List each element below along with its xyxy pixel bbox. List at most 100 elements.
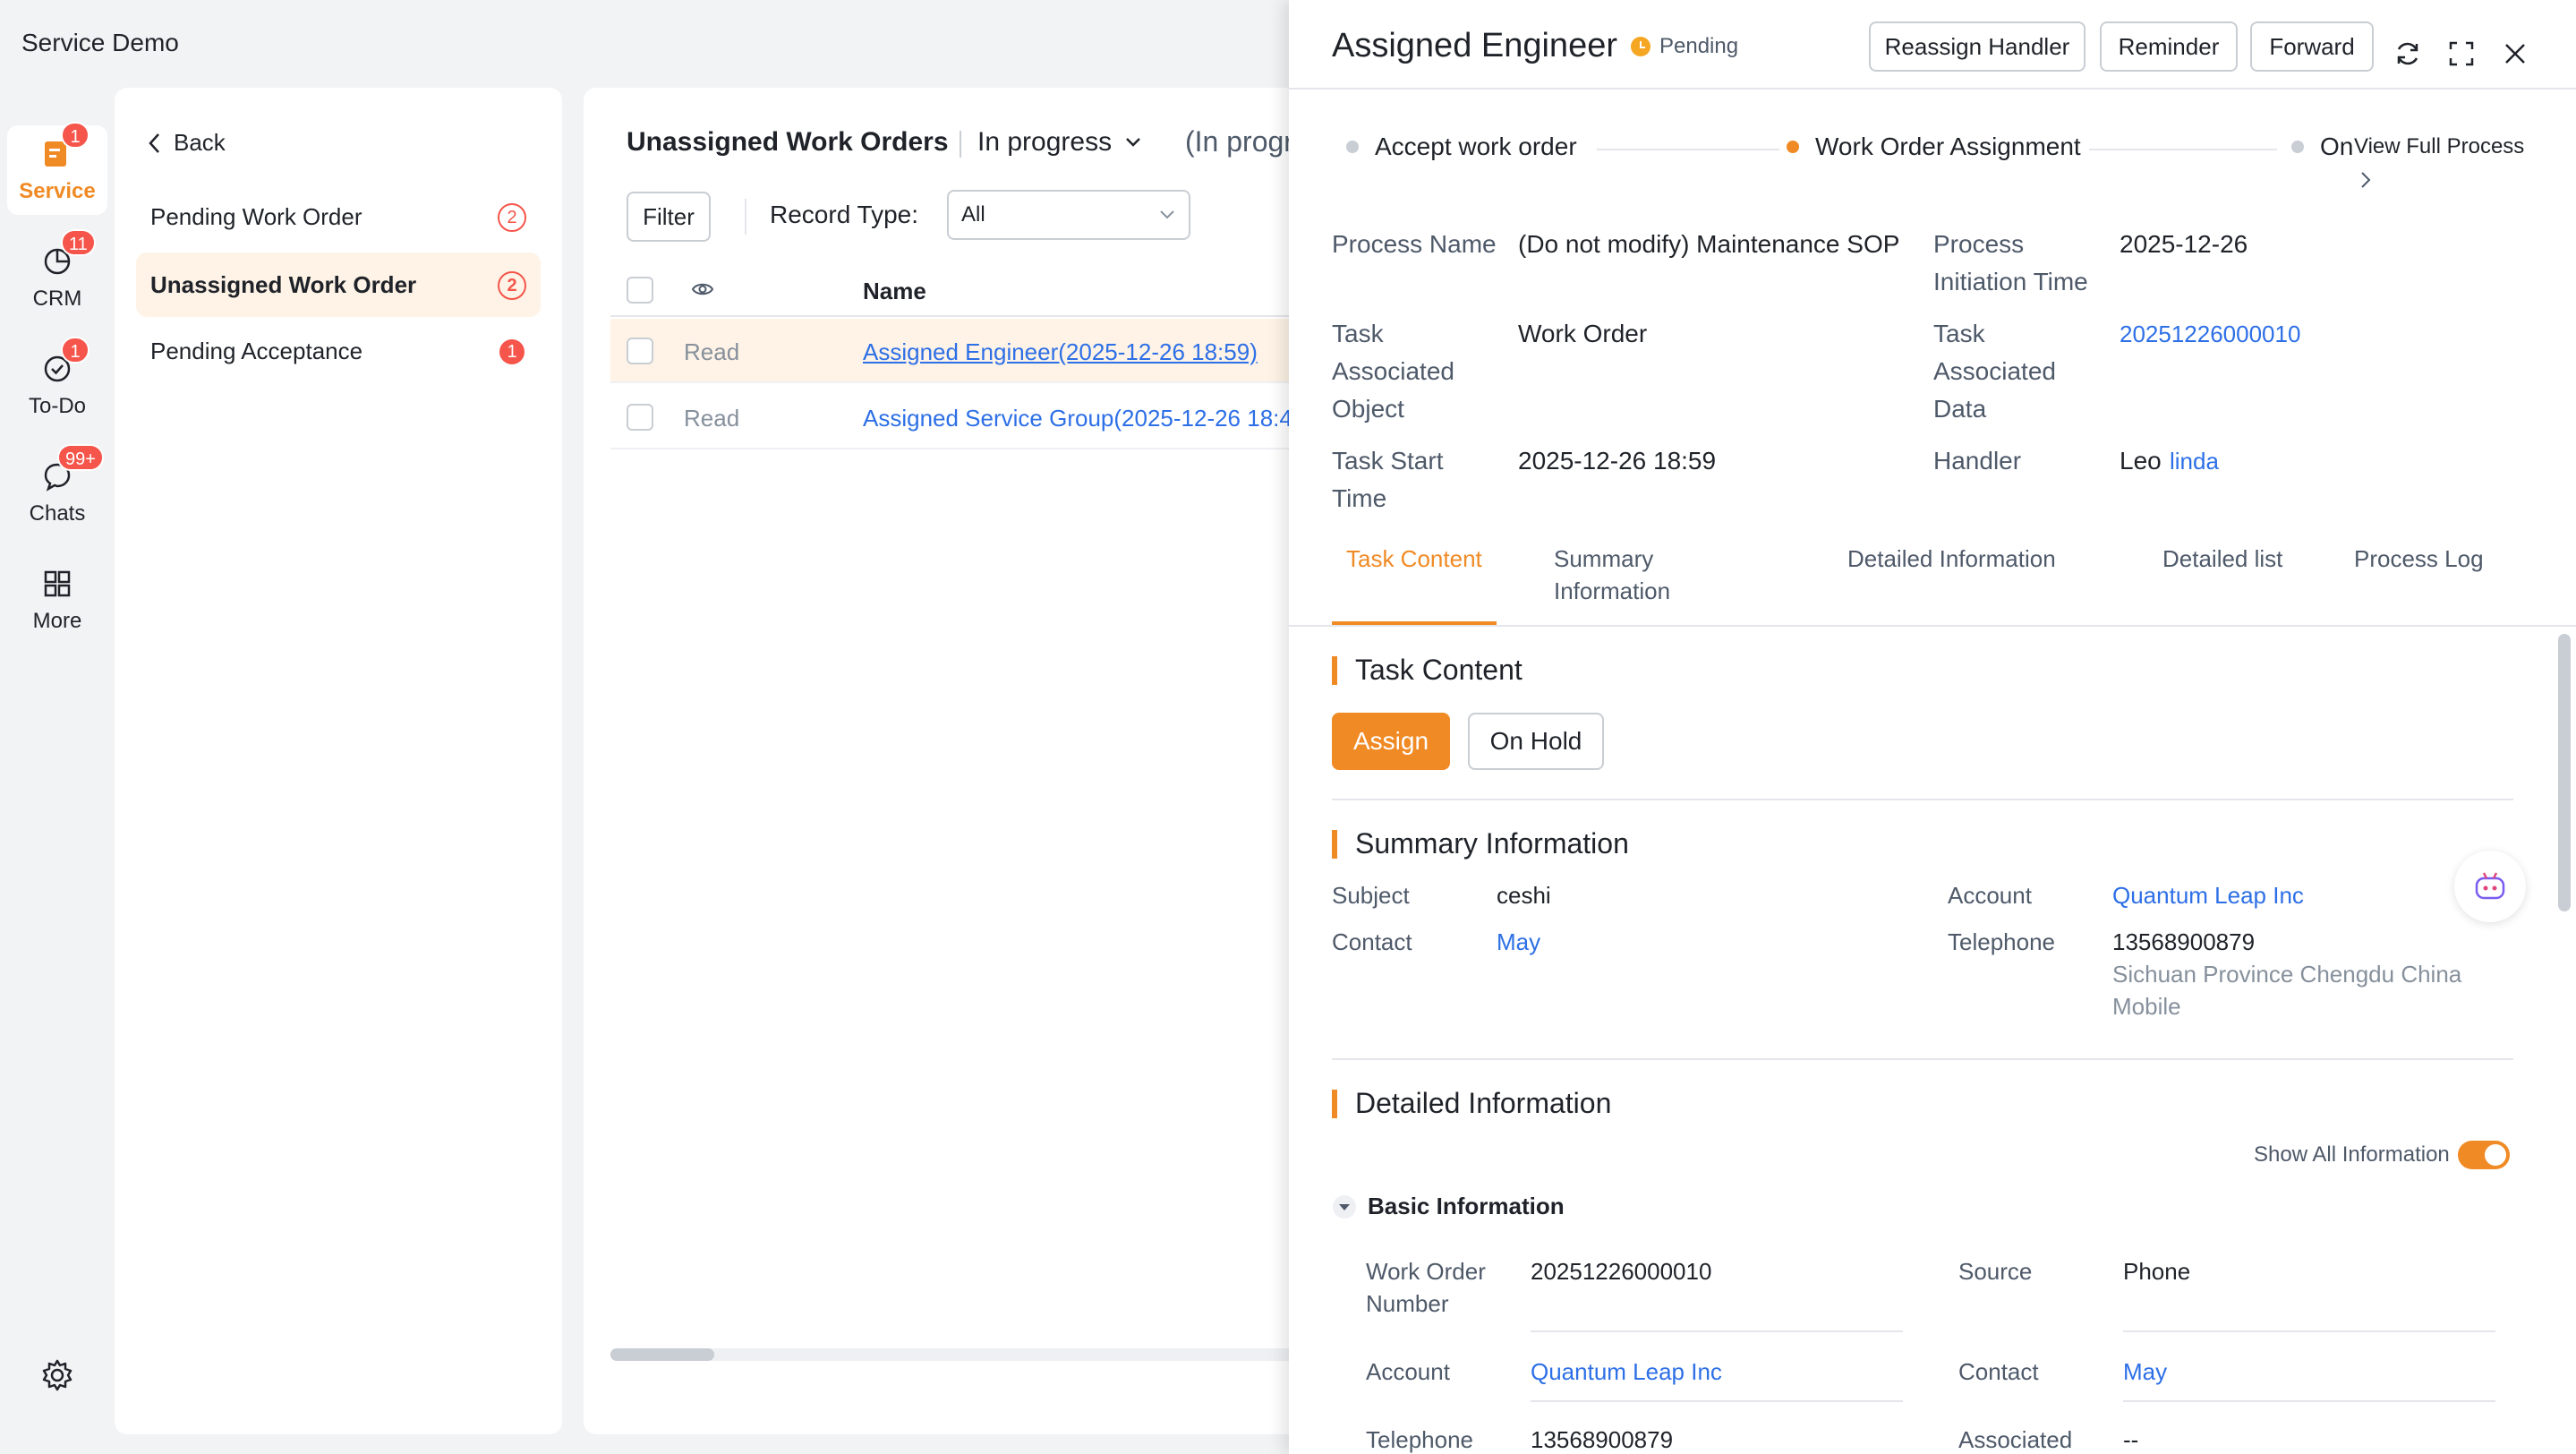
field-underline <box>1531 1400 1903 1402</box>
forward-button[interactable]: Forward <box>2250 21 2374 72</box>
tab-task-content[interactable]: Task Content <box>1346 543 1482 575</box>
row-status: Read <box>684 405 740 432</box>
check-circle-icon: 1 <box>39 337 90 387</box>
detail-tabs: Task Content Summary Information Detaile… <box>1332 537 2549 627</box>
step-connector <box>1597 149 1779 150</box>
row-status: Read <box>684 338 740 365</box>
view-label: In progress <box>977 127 1113 157</box>
pie-chart-icon: 11 <box>39 229 96 279</box>
badge: 11 <box>61 229 96 256</box>
handler-link[interactable]: linda <box>2170 442 2219 480</box>
assign-button[interactable]: Assign <box>1332 713 1450 770</box>
ai-assistant-button[interactable] <box>2454 851 2526 922</box>
back-button[interactable]: Back <box>147 129 226 157</box>
on-hold-button[interactable]: On Hold <box>1468 713 1604 770</box>
row-name-link[interactable]: Assigned Engineer(2025-12-26 18:59) <box>863 338 1258 366</box>
step-next: On <box>2291 133 2353 161</box>
account-link[interactable]: Quantum Leap Inc <box>2112 879 2304 911</box>
tab-summary-information[interactable]: Summary Information <box>1554 543 1670 607</box>
section-title-text: Task Content <box>1355 654 1523 686</box>
fullscreen-icon[interactable] <box>2444 36 2479 72</box>
row-name-link[interactable]: Assigned Service Group(2025-12-26 18:45) <box>863 405 1300 432</box>
chevron-right-icon[interactable] <box>2359 170 2372 190</box>
telephone-value: 13568900879 <box>2112 928 2256 955</box>
horizontal-scrollbar[interactable] <box>610 1348 1300 1361</box>
refresh-icon[interactable] <box>2390 36 2426 72</box>
basic-information-group-header[interactable]: Basic Information <box>1332 1193 1565 1220</box>
associated-object-label-3: Object <box>1332 395 1404 423</box>
telephone-label: Telephone <box>1948 928 2055 955</box>
select-all-checkbox[interactable] <box>627 277 653 304</box>
detailed-information-section-title: Detailed Information <box>1332 1087 1611 1120</box>
table-row[interactable]: Read Assigned Engineer(2025-12-26 18:59) <box>610 319 1300 383</box>
filter-button[interactable]: Filter <box>627 192 711 242</box>
nav-item-label: Pending Acceptance <box>150 337 363 364</box>
tab-detailed-list[interactable]: Detailed list <box>2162 543 2282 575</box>
table-row[interactable]: Read Assigned Service Group(2025-12-26 1… <box>610 385 1300 449</box>
rail-item-chats[interactable]: 99+ Chats <box>7 444 107 537</box>
view-selector[interactable]: In progress <box>977 127 1142 158</box>
show-all-information-toggle[interactable] <box>2458 1141 2510 1169</box>
chat-bubble-icon: 99+ <box>39 444 104 494</box>
associated-object-label-1: Task <box>1332 320 1384 347</box>
contact-link[interactable]: May <box>2123 1356 2167 1388</box>
field-underline <box>1531 1330 1903 1332</box>
section-title-text: Detailed Information <box>1355 1087 1612 1119</box>
tab-process-log[interactable]: Process Log <box>2354 543 2484 575</box>
column-header-name: Name <box>863 278 926 304</box>
app-title: Service Demo <box>21 29 179 56</box>
field-underline <box>2123 1400 2495 1402</box>
record-type-select[interactable]: All <box>947 190 1190 240</box>
initiation-time-label-1: Process <box>1933 230 2025 258</box>
tab-detailed-information[interactable]: Detailed Information <box>1847 543 2056 575</box>
scrollbar-thumb[interactable] <box>610 1348 714 1361</box>
vertical-scrollbar[interactable] <box>2556 627 2572 1454</box>
row-checkbox[interactable] <box>627 338 653 364</box>
rail-label: Service <box>19 179 96 203</box>
nav-item-label: Pending Work Order <box>150 202 363 230</box>
status-badge: Pending <box>1631 34 1738 59</box>
divider <box>745 199 746 235</box>
badge: 1 <box>61 337 90 364</box>
source-value: Phone <box>2123 1258 2191 1285</box>
badge: 1 <box>61 122 90 149</box>
chevron-down-icon <box>1126 138 1140 147</box>
work-order-number-label-2: Number <box>1366 1290 1449 1317</box>
step-work-order-assignment: Work Order Assignment <box>1787 133 2081 161</box>
associated-data-label-2: Associated <box>1933 357 2056 385</box>
step-accept-work-order: Accept work order <box>1346 133 1577 161</box>
task-content-section-title: Task Content <box>1332 654 1523 687</box>
scrollbar-thumb[interactable] <box>2558 634 2571 911</box>
rail-label: Chats <box>29 501 86 526</box>
step-dot <box>2291 141 2304 153</box>
nav-item-pending-acceptance[interactable]: Pending Acceptance 1 <box>136 319 541 383</box>
rail-item-crm[interactable]: 11 CRM <box>7 229 107 322</box>
rail-item-more[interactable]: More <box>7 555 107 645</box>
view-full-process-link[interactable]: View Full Process <box>2354 134 2524 159</box>
reminder-button[interactable]: Reminder <box>2100 21 2238 72</box>
close-icon[interactable] <box>2497 36 2533 72</box>
nav-item-unassigned-work-order[interactable]: Unassigned Work Order 2 <box>136 252 541 317</box>
associated-data-link[interactable]: 20251226000010 <box>2120 315 2300 353</box>
row-checkbox[interactable] <box>627 404 653 431</box>
account-link[interactable]: Quantum Leap Inc <box>1531 1356 1722 1388</box>
count-badge: 1 <box>499 339 525 364</box>
nav-item-pending-work-order[interactable]: Pending Work Order 2 <box>136 184 541 249</box>
rail-item-todo[interactable]: 1 To-Do <box>7 337 107 430</box>
left-rail: 1 Service 11 CRM 1 To-Do 99+ Chats More <box>0 122 115 1450</box>
rail-label: To-Do <box>28 394 87 418</box>
divider <box>1289 88 2576 90</box>
rail-item-service[interactable]: 1 Service <box>7 122 107 215</box>
step-dot <box>1346 141 1359 153</box>
divider <box>1332 799 2513 800</box>
summary-section-title: Summary Information <box>1332 827 1629 860</box>
eye-icon <box>691 283 714 295</box>
gear-icon[interactable] <box>39 1357 75 1393</box>
service-icon: 1 <box>39 122 90 172</box>
associated-data-label-1: Task <box>1933 320 1985 347</box>
contact-link[interactable]: May <box>1497 926 1540 958</box>
drawer-title: Assigned Engineer <box>1332 27 1617 64</box>
telephone-label: Telephone <box>1366 1426 1473 1453</box>
reassign-handler-button[interactable]: Reassign Handler <box>1869 21 2086 72</box>
rail-label: More <box>32 609 82 633</box>
